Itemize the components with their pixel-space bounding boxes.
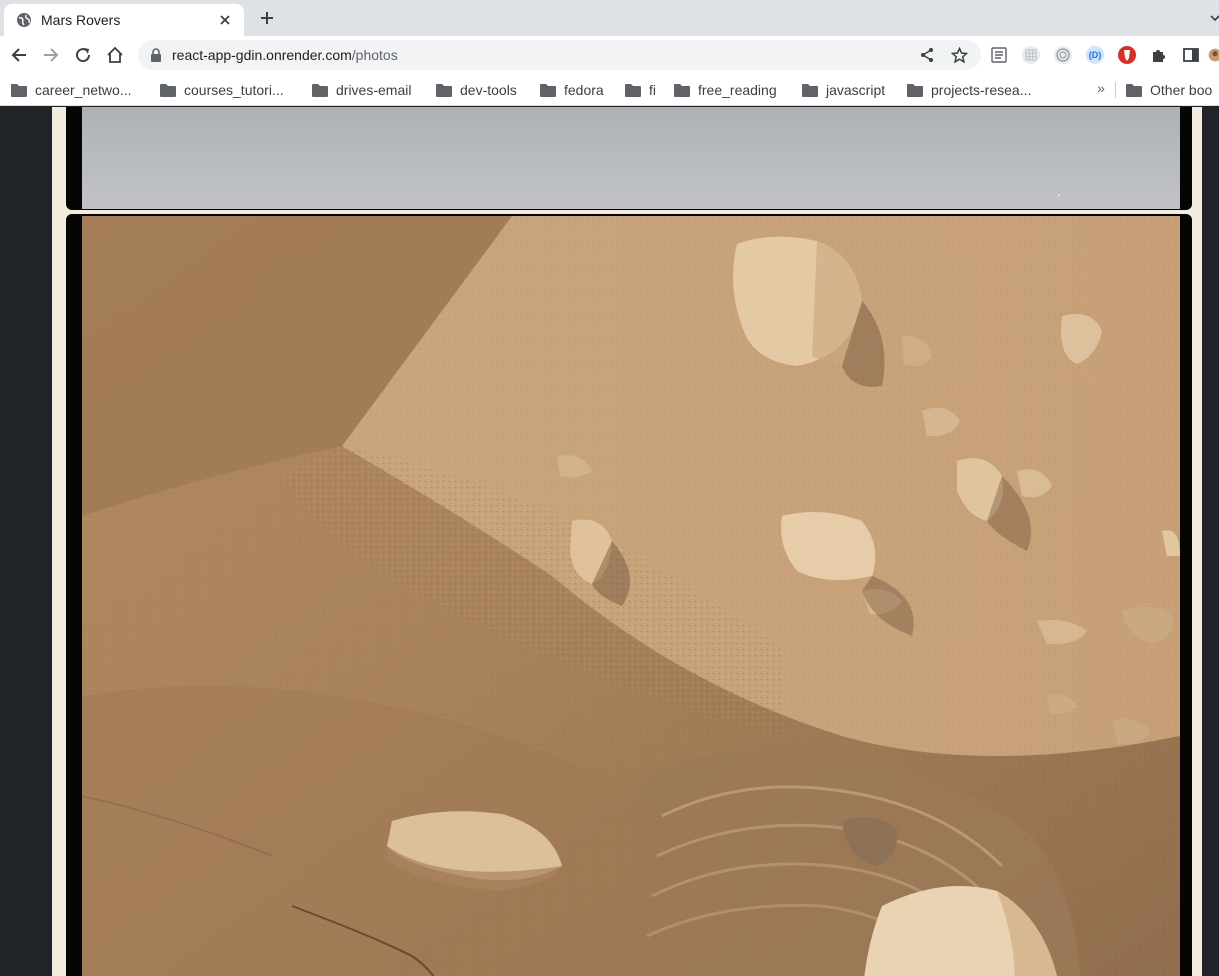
bookmarks-bar: career_netwo... courses_tutori... drives… xyxy=(0,74,1219,106)
forward-arrow-icon[interactable] xyxy=(37,41,65,69)
rover-photo-card[interactable] xyxy=(66,107,1192,210)
red-shield-extension-icon[interactable] xyxy=(1116,44,1138,66)
folder-icon xyxy=(907,83,923,97)
browser-toolbar: react-app-gdin.onrender.com/photos (D) xyxy=(0,36,1219,74)
bookmark-label: javascript xyxy=(826,82,886,98)
folder-icon xyxy=(802,83,818,97)
tab-title: Mars Rovers xyxy=(41,12,121,28)
avatar[interactable] xyxy=(1208,44,1219,66)
star-icon[interactable] xyxy=(946,45,972,65)
target-extension-icon[interactable] xyxy=(1052,44,1074,66)
folder-icon xyxy=(11,83,27,97)
reader-mode-icon[interactable] xyxy=(988,44,1010,66)
bookmark-dev-tools[interactable]: dev-tools xyxy=(436,79,517,101)
close-icon[interactable] xyxy=(216,11,234,29)
bookmark-drives-email[interactable]: drives-email xyxy=(312,79,411,101)
bookmark-fi[interactable]: fi xyxy=(625,79,656,101)
lock-icon[interactable] xyxy=(150,48,164,62)
home-icon[interactable] xyxy=(101,41,129,69)
bookmark-javascript[interactable]: javascript xyxy=(802,79,885,101)
rover-photo xyxy=(82,107,1180,209)
url-text: react-app-gdin.onrender.com/photos xyxy=(172,47,398,63)
bookmark-label: Other boo xyxy=(1150,82,1213,98)
bookmarks-overflow-button[interactable]: » xyxy=(1093,78,1109,98)
bookmark-free-reading[interactable]: free_reading xyxy=(674,79,777,101)
url-path: /photos xyxy=(351,47,398,63)
tab-mars-rovers[interactable]: Mars Rovers xyxy=(4,4,244,36)
bookmark-label: dev-tools xyxy=(460,82,517,98)
bookmark-label: projects-resea... xyxy=(931,82,1032,98)
bookmark-projects-resea[interactable]: projects-resea... xyxy=(907,79,1031,101)
extension-badge: (D) xyxy=(1088,50,1102,60)
address-bar[interactable]: react-app-gdin.onrender.com/photos xyxy=(138,40,981,70)
reload-icon[interactable] xyxy=(69,41,97,69)
bookmark-label: drives-email xyxy=(336,82,412,98)
folder-icon xyxy=(312,83,328,97)
bookmarks-divider xyxy=(1115,82,1116,98)
puzzle-piece-icon[interactable] xyxy=(1148,44,1170,66)
back-arrow-icon[interactable] xyxy=(5,41,33,69)
page-viewport xyxy=(0,107,1219,976)
tab-strip: Mars Rovers xyxy=(0,0,1219,36)
rover-photo xyxy=(82,216,1180,976)
extension-grid-icon[interactable] xyxy=(1020,44,1042,66)
bookmark-label: courses_tutori... xyxy=(184,82,284,98)
folder-icon xyxy=(674,83,690,97)
bookmark-career-netwo[interactable]: career_netwo... xyxy=(11,79,132,101)
bookmark-other-bookmarks[interactable]: Other boo xyxy=(1126,79,1219,101)
rover-photo-card[interactable] xyxy=(66,214,1192,976)
globe-icon xyxy=(16,12,32,28)
url-host: react-app-gdin.onrender.com xyxy=(172,47,352,63)
d-extension-icon[interactable]: (D) xyxy=(1084,44,1106,66)
chevron-down-icon[interactable] xyxy=(1208,8,1219,28)
bookmark-label: fedora xyxy=(564,82,604,98)
side-panel-icon[interactable] xyxy=(1180,44,1202,66)
bookmark-fedora[interactable]: fedora xyxy=(540,79,604,101)
folder-icon xyxy=(625,83,641,97)
bookmark-label: free_reading xyxy=(698,82,777,98)
bookmark-courses-tutori[interactable]: courses_tutori... xyxy=(160,79,284,101)
folder-icon xyxy=(540,83,556,97)
folder-icon xyxy=(160,83,176,97)
folder-icon xyxy=(436,83,452,97)
share-icon[interactable] xyxy=(914,45,940,65)
bookmark-label: career_netwo... xyxy=(35,82,132,98)
bookmark-label: fi xyxy=(649,82,656,98)
plus-icon[interactable] xyxy=(256,7,278,29)
folder-icon xyxy=(1126,83,1142,97)
